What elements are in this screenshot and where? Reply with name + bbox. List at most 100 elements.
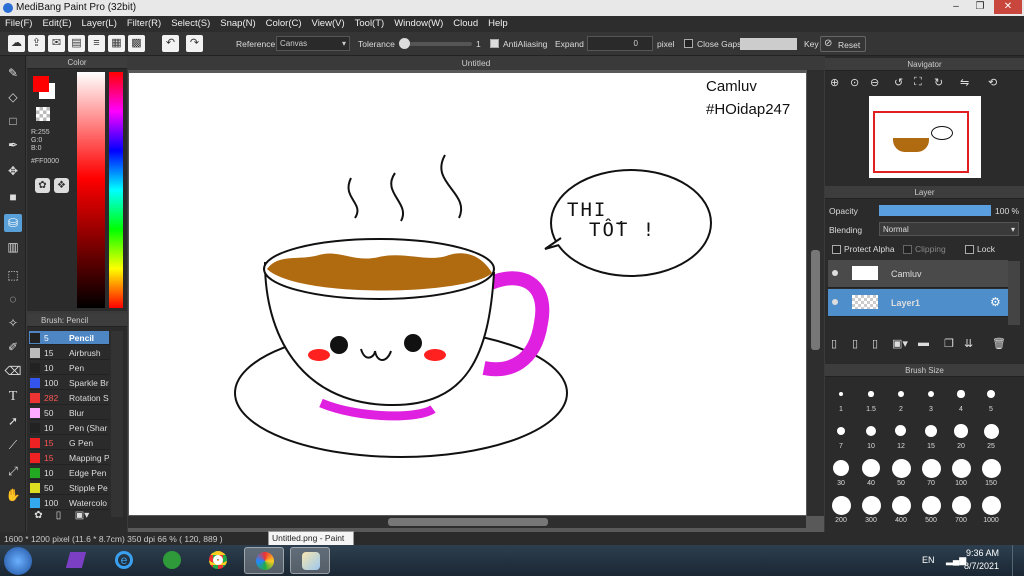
brush-size-preset[interactable] <box>954 424 968 438</box>
brush-menu-icon[interactable]: ▣▾ <box>71 510 93 525</box>
grid-small-icon[interactable]: ▩ <box>128 35 145 52</box>
foreground-color-swatch[interactable] <box>33 76 49 92</box>
brush-size-preset[interactable] <box>927 390 935 398</box>
tolerance-slider-handle[interactable] <box>399 38 410 49</box>
brush-size-preset[interactable] <box>921 495 941 515</box>
chrome-icon[interactable] <box>198 547 238 574</box>
start-button[interactable] <box>4 547 32 575</box>
brush-size-preset[interactable] <box>981 458 1001 478</box>
vertical-scroll-thumb[interactable] <box>811 250 820 350</box>
gradient-tool-icon[interactable]: ▥ <box>4 238 22 256</box>
reset-button[interactable]: ⊘ Reset <box>820 36 866 52</box>
brush-item[interactable]: 50 Stipple Pe <box>29 481 109 495</box>
brush-size-preset[interactable] <box>987 390 995 398</box>
brush-size-preset[interactable] <box>836 426 846 436</box>
brush-size-preset[interactable] <box>868 391 874 397</box>
close-gaps-checkbox[interactable] <box>684 39 693 48</box>
comment-icon[interactable]: ✉ <box>48 35 65 52</box>
new-halftone-layer-icon[interactable]: ▯ <box>852 337 858 350</box>
lock-checkbox[interactable] <box>965 245 974 254</box>
new-1bit-layer-icon[interactable]: ▯ <box>872 337 878 350</box>
text-tool-icon[interactable]: T <box>4 388 22 406</box>
layer-list-scrollbar[interactable] <box>1008 261 1020 325</box>
menu-cloud[interactable]: Cloud <box>448 16 483 32</box>
antialiasing-checkbox[interactable] <box>490 39 499 48</box>
internet-explorer-icon[interactable]: e <box>104 547 144 574</box>
flip-icon[interactable]: ⇋ <box>960 76 969 89</box>
grid-icon[interactable]: ▦ <box>108 35 125 52</box>
add-layer-menu-icon[interactable]: ▣▾ <box>892 337 908 350</box>
brush-size-preset[interactable] <box>898 391 904 397</box>
zoom-out-icon[interactable]: ⊖ <box>870 76 879 89</box>
brush-item[interactable]: 100 Sparkle Br <box>29 376 109 390</box>
reset-view-icon[interactable]: ⟲ <box>988 76 997 89</box>
zoom-in-icon[interactable]: ⊕ <box>830 76 839 89</box>
palette-icon[interactable]: ✿ <box>35 178 50 193</box>
undo-icon[interactable]: ↶ <box>162 35 179 52</box>
rectangle-tool-icon[interactable]: □ <box>4 112 22 130</box>
menu-snap[interactable]: Snap(N) <box>215 16 260 32</box>
show-desktop-button[interactable] <box>1012 545 1024 576</box>
hue-slider[interactable] <box>109 72 123 308</box>
rotate-right-icon[interactable]: ↻ <box>934 76 943 89</box>
brush-size-preset[interactable] <box>865 425 877 437</box>
eraser-tool-icon[interactable]: ◇ <box>4 88 22 106</box>
menu-color[interactable]: Color(C) <box>261 16 307 32</box>
vertical-scrollbar[interactable] <box>807 70 824 516</box>
opacity-slider[interactable] <box>879 205 991 216</box>
document-icon[interactable]: ▤ <box>68 35 85 52</box>
brush-item[interactable]: 15 Mapping P <box>29 451 109 465</box>
magic-wand-tool-icon[interactable]: ✧ <box>4 314 22 332</box>
brush-size-preset[interactable] <box>861 458 881 478</box>
share-icon[interactable]: ⇪ <box>28 35 45 52</box>
menu-window[interactable]: Window(W) <box>389 16 448 32</box>
close-gaps-slider[interactable] <box>740 38 797 50</box>
brush-item[interactable]: 15 Airbrush <box>29 346 109 360</box>
minimize-button[interactable]: – <box>944 0 968 14</box>
operation-tool-icon[interactable]: ➚ <box>4 412 22 430</box>
brush-size-preset[interactable] <box>951 458 971 478</box>
brush-size-preset[interactable] <box>981 495 1001 515</box>
folder-icon[interactable]: ▬ <box>918 337 929 349</box>
add-brush-icon[interactable]: ✿ <box>31 510 46 525</box>
rotate-left-icon[interactable]: ↺ <box>894 76 903 89</box>
eyedropper-tool-icon[interactable]: ⟋ <box>4 436 22 454</box>
layer-row-selected[interactable]: Layer1 ⚙ <box>828 289 1008 317</box>
protect-alpha-checkbox[interactable] <box>832 245 841 254</box>
gear-icon[interactable]: ⚙ <box>990 295 1001 309</box>
color-history-icon[interactable]: ❖ <box>54 178 69 193</box>
select-eraser-tool-icon[interactable]: ⌫ <box>4 362 22 380</box>
brush-size-preset[interactable] <box>891 458 911 478</box>
brush-size-preset[interactable] <box>838 391 844 397</box>
delete-layer-icon[interactable]: 🗑 <box>992 337 1006 350</box>
brush-size-preset[interactable] <box>957 390 965 398</box>
brush-item[interactable]: 10 Pen <box>29 361 109 375</box>
menu-view[interactable]: View(V) <box>307 16 350 32</box>
reference-select[interactable]: Canvas ▾ <box>276 36 350 51</box>
maximize-button[interactable]: ❐ <box>968 0 992 14</box>
menu-edit[interactable]: Edit(E) <box>37 16 76 32</box>
blending-select[interactable]: Normal ▾ <box>879 222 1019 236</box>
horizontal-scroll-thumb[interactable] <box>388 518 548 526</box>
drawing-canvas[interactable]: Camluv #HOidap247 THI TỐT ! <box>129 73 806 515</box>
brush-size-preset[interactable] <box>921 458 941 478</box>
move-tool-icon[interactable]: ✥ <box>4 162 22 180</box>
brush-item[interactable]: 15 G Pen <box>29 436 109 450</box>
brush-item[interactable]: 10 Pen (Shar <box>29 421 109 435</box>
zoom-fit-icon[interactable]: ⊙ <box>850 76 859 89</box>
tolerance-slider[interactable] <box>400 42 472 46</box>
horizontal-scrollbar[interactable] <box>128 516 806 528</box>
menu-tool[interactable]: Tool(T) <box>350 16 390 32</box>
transparent-color-swatch[interactable] <box>36 107 50 121</box>
document-tab[interactable]: Untitled <box>128 56 824 70</box>
select-pen-tool-icon[interactable]: ✐ <box>4 338 22 356</box>
fill-shape-tool-icon[interactable]: ■ <box>4 188 22 206</box>
new-layer-icon[interactable]: ▯ <box>831 337 837 350</box>
brush-list-scrollbar[interactable] <box>111 331 123 517</box>
brush-item[interactable]: 50 Blur <box>29 406 109 420</box>
brush-size-preset[interactable] <box>831 495 851 515</box>
eye-icon[interactable] <box>832 270 838 276</box>
brush-size-preset[interactable] <box>861 495 881 515</box>
brush-item[interactable]: 282 Rotation S <box>29 391 109 405</box>
new-document-icon[interactable]: ▯ <box>51 510 66 525</box>
